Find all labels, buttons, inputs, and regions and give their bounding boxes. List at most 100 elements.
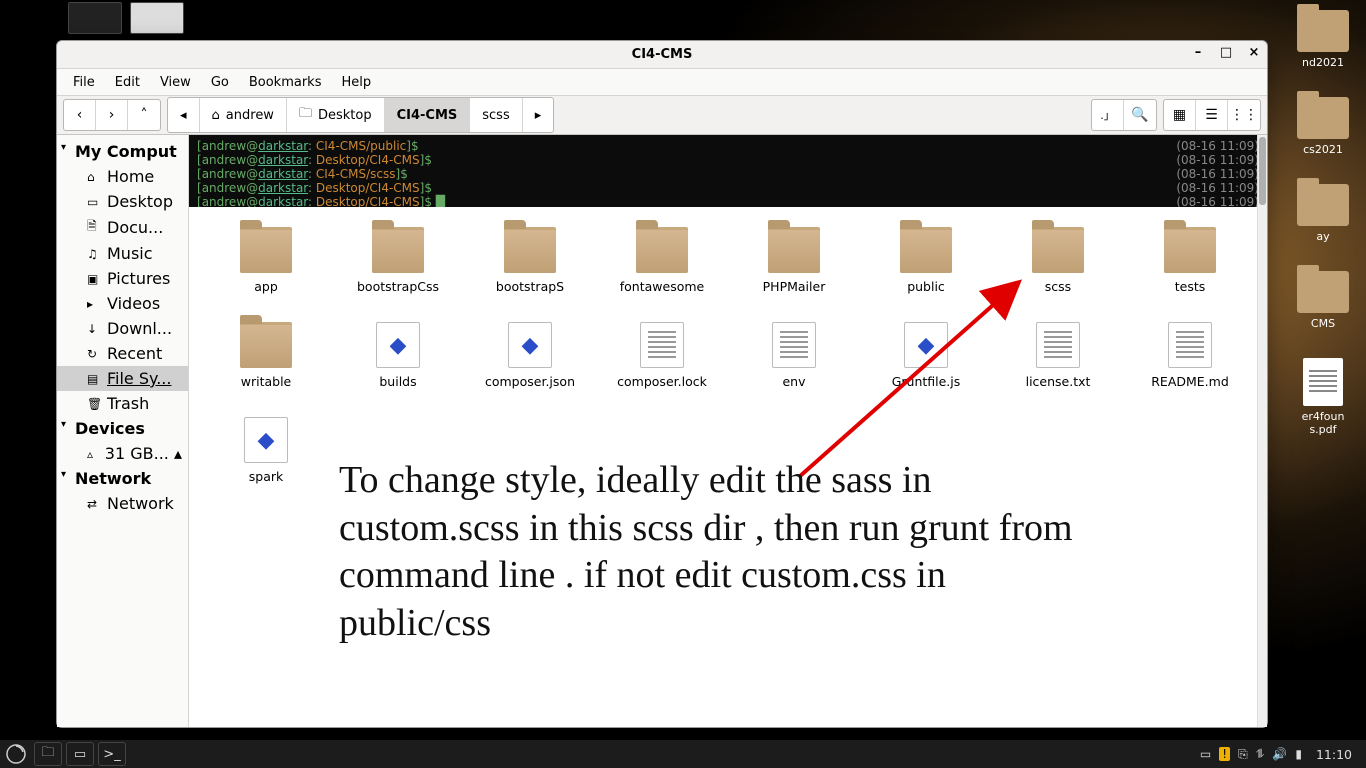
menu-file[interactable]: File [65, 72, 103, 93]
sidebar-item[interactable]: ⌂Home [57, 164, 188, 189]
maximize-button[interactable]: □ [1219, 45, 1233, 59]
folder-icon [240, 227, 292, 273]
folder-icon: 🗀 [299, 104, 312, 126]
file-item[interactable]: Gruntfile.js [861, 322, 991, 389]
close-button[interactable]: × [1247, 45, 1261, 59]
file-item[interactable]: tests [1125, 227, 1255, 294]
desktop-icon[interactable]: cs2021 [1288, 97, 1358, 156]
file-item[interactable]: PHPMailer [729, 227, 859, 294]
file-item[interactable]: spark [201, 417, 331, 484]
desktop-icon[interactable]: CMS [1288, 271, 1358, 330]
minimize-button[interactable]: – [1191, 45, 1205, 59]
view-compact-button[interactable]: ⋮⋮ [1228, 100, 1260, 130]
file-item[interactable]: bootstrapCss [333, 227, 463, 294]
file-item[interactable]: scss [993, 227, 1123, 294]
view-list-button[interactable]: ☰ [1196, 100, 1228, 130]
desktop-icon[interactable]: er4foun s.pdf [1288, 358, 1358, 436]
sidebar-item[interactable]: ▣Pictures [57, 266, 188, 291]
sidebar-item-icon: ▣ [87, 272, 101, 286]
tray-network-icon[interactable]: ⥮ [1256, 747, 1265, 762]
sidebar-item-label: Trash [107, 394, 149, 413]
script-file-icon [244, 417, 288, 463]
file-label: builds [379, 374, 416, 389]
icon-view[interactable]: appbootstrapCssbootstrapSfontawesomePHPM… [189, 207, 1267, 727]
file-item[interactable]: bootstrapS [465, 227, 595, 294]
file-item[interactable]: composer.lock [597, 322, 727, 389]
tray-battery-icon[interactable]: ▮ [1295, 747, 1302, 761]
path-home[interactable]: ⌂andrew [200, 98, 287, 132]
path-project[interactable]: CI4-CMS [385, 98, 471, 132]
search-button[interactable]: 🔍 [1124, 100, 1156, 130]
file-item[interactable]: license.txt [993, 322, 1123, 389]
scrollbar-thumb[interactable] [1259, 137, 1266, 205]
scrollbar[interactable] [1257, 135, 1267, 727]
sidebar: My Comput⌂Home▭Desktop🗎Docu...♫Music▣Pic… [57, 135, 189, 727]
file-item[interactable]: fontawesome [597, 227, 727, 294]
annotation-text: To change style, ideally edit the sass i… [339, 457, 1079, 647]
sidebar-item[interactable]: ▵31 GB... ▴ [57, 441, 188, 466]
desktop-icon-label: nd2021 [1302, 56, 1344, 69]
thumb-dark[interactable] [68, 2, 122, 34]
sidebar-item-icon: ♫ [87, 247, 101, 261]
sidebar-item[interactable]: ▤File Sy... [57, 366, 188, 391]
folder-icon [900, 227, 952, 273]
sidebar-item-icon: ▵ [87, 447, 99, 461]
path-desktop[interactable]: 🗀Desktop [287, 98, 385, 132]
tray-volume-icon[interactable]: 🔊 [1272, 747, 1287, 761]
sidebar-item[interactable]: 🗎Docu... [57, 214, 188, 241]
sidebar-item[interactable]: ♫Music [57, 241, 188, 266]
sidebar-item[interactable]: ▭Desktop [57, 189, 188, 214]
clock[interactable]: 11:10 [1310, 747, 1358, 762]
path-scss[interactable]: scss [470, 98, 522, 132]
file-item[interactable]: builds [333, 322, 463, 389]
sidebar-group-header[interactable]: Network [57, 466, 188, 491]
desktop-icon[interactable]: nd2021 [1288, 10, 1358, 69]
tray-updates-icon[interactable]: ⎘ [1238, 747, 1248, 762]
file-item[interactable]: app [201, 227, 331, 294]
nav-back-button[interactable]: ‹ [64, 100, 96, 130]
nav-forward-button[interactable]: › [96, 100, 128, 130]
sidebar-item-icon: ⇄ [87, 497, 101, 511]
file-item[interactable]: composer.json [465, 322, 595, 389]
menu-go[interactable]: Go [203, 72, 237, 93]
taskbar-app1-button[interactable]: ▭ [66, 742, 94, 766]
thumb-light[interactable] [130, 2, 184, 34]
taskbar-files-button[interactable]: 🗀 [34, 742, 62, 766]
file-item[interactable]: public [861, 227, 991, 294]
folder-icon [1297, 97, 1349, 139]
nav-up-button[interactable]: ˄ [128, 100, 160, 130]
menu-help[interactable]: Help [333, 72, 379, 93]
path-next-button[interactable]: ▸ [523, 98, 554, 132]
sidebar-item-icon: 🗎 [87, 217, 101, 238]
file-item[interactable]: env [729, 322, 859, 389]
file-label: license.txt [1026, 374, 1091, 389]
script-file-icon [904, 322, 948, 368]
sidebar-item[interactable]: ▸Videos [57, 291, 188, 316]
sidebar-item[interactable]: ↓Downl... [57, 316, 188, 341]
menu-view[interactable]: View [152, 72, 199, 93]
bottom-panel: 🗀 ▭ >_ ▭ ! ⎘ ⥮ 🔊 ▮ 11:10 [0, 740, 1366, 768]
sidebar-group-header[interactable]: Devices [57, 416, 188, 441]
file-label: env [782, 374, 805, 389]
sidebar-group-header[interactable]: My Comput [57, 139, 188, 164]
file-item[interactable]: README.md [1125, 322, 1255, 389]
menu-bookmarks[interactable]: Bookmarks [241, 72, 330, 93]
tray-warning-icon[interactable]: ! [1219, 747, 1230, 761]
path-prev-button[interactable]: ◂ [168, 98, 200, 132]
file-item[interactable]: writable [201, 322, 331, 389]
sidebar-item[interactable]: 🗑Trash [57, 391, 188, 416]
desktop-icon[interactable]: ay [1288, 184, 1358, 243]
top-window-thumbnails [68, 2, 184, 34]
sidebar-item-icon: ⌂ [87, 170, 101, 184]
sidebar-item[interactable]: ↻Recent [57, 341, 188, 366]
tray-icon[interactable]: ▭ [1200, 747, 1211, 761]
sidebar-item[interactable]: ⇄Network [57, 491, 188, 516]
view-icons-button[interactable]: ▦ [1164, 100, 1196, 130]
file-label: Gruntfile.js [892, 374, 961, 389]
titlebar[interactable]: CI4-CMS – □ × [57, 41, 1267, 69]
taskbar-terminal-button[interactable]: >_ [98, 742, 126, 766]
start-menu-button[interactable] [0, 740, 32, 768]
toggle-path-entry-button[interactable]: .」 [1092, 100, 1124, 130]
menu-edit[interactable]: Edit [107, 72, 148, 93]
embedded-terminal[interactable]: (08-16 11:09)[andrew@darkstar: CI4-CMS/p… [189, 135, 1267, 207]
